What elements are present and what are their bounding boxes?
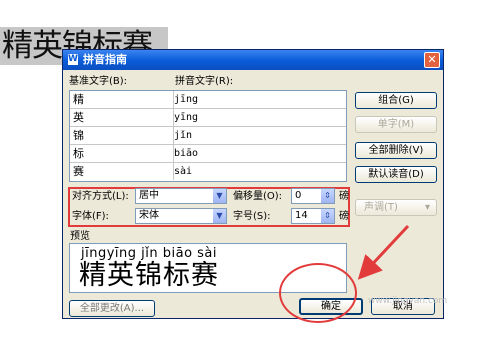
pointer-arrow-icon	[357, 224, 410, 280]
watermark: www.jingyan.com	[368, 296, 448, 306]
